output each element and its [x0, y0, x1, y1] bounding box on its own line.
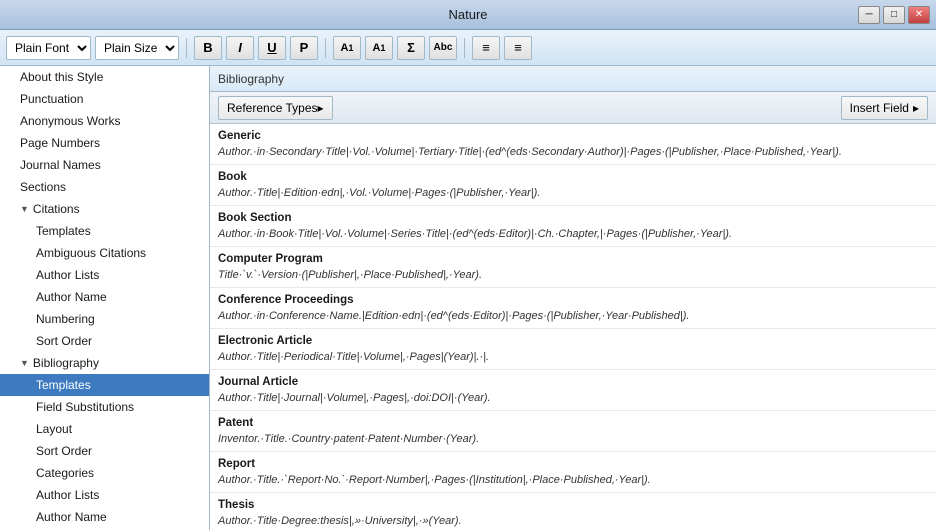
- align-center-button[interactable]: ≡: [504, 36, 532, 60]
- ref-entry-body-6: Author.·Title|·Journal|·Volume|,·Pages|,…: [218, 392, 491, 404]
- window-controls: ─ □ ✕: [858, 6, 930, 24]
- ref-entry-7: Patent Inventor.·Title.·Country·patent·Pa…: [210, 411, 936, 452]
- sidebar-group-bibliography[interactable]: ▼ Bibliography: [0, 352, 209, 374]
- reference-types-button[interactable]: Reference Types▸: [218, 96, 333, 120]
- insert-field-button[interactable]: Insert Field ▸: [841, 96, 928, 120]
- superscript-button[interactable]: A1: [333, 36, 361, 60]
- content-toolbar: Reference Types▸ Insert Field ▸: [210, 92, 936, 124]
- ref-entry-body-3: Title·`v.`·Version·(|Publisher|,·Place·P…: [218, 269, 482, 281]
- window-title: Nature: [448, 7, 487, 22]
- citations-label: Citations: [33, 200, 80, 218]
- sidebar-group-citations[interactable]: ▼ Citations: [0, 198, 209, 220]
- bibliography-expand-icon: ▼: [20, 354, 29, 372]
- toolbar-sep-1: [186, 38, 187, 58]
- title-bar: Nature ─ □ ✕: [0, 0, 936, 30]
- ref-entry-0: Generic Author.·in·Secondary·Title|·Vol.·…: [210, 124, 936, 165]
- sidebar-item-punctuation[interactable]: Punctuation: [0, 88, 209, 110]
- ref-entry-title-3: Computer Program: [218, 253, 323, 265]
- toolbar-sep-2: [325, 38, 326, 58]
- sigma-button[interactable]: Σ: [397, 36, 425, 60]
- main-container: About this Style Punctuation Anonymous W…: [0, 66, 936, 530]
- ref-entry-body-2: Author.·in·Book·Title|·Vol.·Volume|·Seri…: [218, 228, 732, 240]
- insert-field-arrow: ▸: [913, 101, 919, 115]
- content-header-label: Bibliography: [218, 72, 284, 86]
- ref-entry-4: Conference Proceedings Author.·in·Confere…: [210, 288, 936, 329]
- ref-entry-9: Thesis Author.·Title·Degree:thesis|,»·Uni…: [210, 493, 936, 530]
- sidebar-item-field-substitutions[interactable]: Field Substitutions: [0, 396, 209, 418]
- sidebar-item-citations-numbering[interactable]: Numbering: [0, 308, 209, 330]
- sidebar-item-journal-names[interactable]: Journal Names: [0, 154, 209, 176]
- sidebar-item-categories[interactable]: Categories: [0, 462, 209, 484]
- sidebar-item-about[interactable]: About this Style: [0, 66, 209, 88]
- maximize-button[interactable]: □: [883, 6, 905, 24]
- ref-entry-title-1: Book: [218, 171, 247, 183]
- ref-entry-body-1: Author.·Title|·Edition·edn|,·Vol.·Volume…: [218, 187, 540, 199]
- ref-entry-title-0: Generic: [218, 130, 261, 142]
- sidebar-item-citations-sort-order[interactable]: Sort Order: [0, 330, 209, 352]
- sidebar-item-layout[interactable]: Layout: [0, 418, 209, 440]
- ref-entry-body-5: Author.·Title|·Periodical·Title|·Volume|…: [218, 351, 489, 363]
- sidebar-item-bibliography-author-lists[interactable]: Author Lists: [0, 484, 209, 506]
- sidebar-item-citations-author-name[interactable]: Author Name: [0, 286, 209, 308]
- insert-field-label: Insert Field: [850, 101, 909, 115]
- ref-entry-body-0: Author.·in·Secondary·Title|·Vol.·Volume|…: [218, 146, 842, 158]
- close-button[interactable]: ✕: [908, 6, 930, 24]
- ref-entry-body-8: Author.·Title.·`Report·No.`·Report·Numbe…: [218, 474, 651, 486]
- content-area: Bibliography Reference Types▸ Insert Fie…: [210, 66, 936, 530]
- plain-button[interactable]: P: [290, 36, 318, 60]
- subscript-button[interactable]: A1: [365, 36, 393, 60]
- ref-entry-body-9: Author.·Title·Degree:thesis|,»·Universit…: [218, 515, 462, 527]
- sidebar-item-bibliography-sort-order[interactable]: Sort Order: [0, 440, 209, 462]
- font-select[interactable]: Plain Font: [6, 36, 91, 60]
- sidebar-item-bibliography-templates[interactable]: Templates: [0, 374, 209, 396]
- ref-entry-title-9: Thesis: [218, 499, 254, 511]
- sidebar-item-citations-author-lists[interactable]: Author Lists: [0, 264, 209, 286]
- size-select[interactable]: Plain Size: [95, 36, 179, 60]
- toolbar: Plain Font Plain Size B I U P A1 A1 Σ Ab…: [0, 30, 936, 66]
- content-header: Bibliography: [210, 66, 936, 92]
- ref-entry-title-8: Report: [218, 458, 255, 470]
- ref-entry-body-4: Author.·in·Conference·Name.|Edition·edn|…: [218, 310, 689, 322]
- ref-entry-title-5: Electronic Article: [218, 335, 312, 347]
- abc-button[interactable]: Abc: [429, 36, 457, 60]
- underline-button[interactable]: U: [258, 36, 286, 60]
- sidebar-item-bibliography-author-name[interactable]: Author Name: [0, 506, 209, 528]
- ref-entry-body-7: Inventor.·Title.·Country·patent·Patent·N…: [218, 433, 479, 445]
- ref-entry-title-7: Patent: [218, 417, 253, 429]
- sidebar-item-sections[interactable]: Sections: [0, 176, 209, 198]
- ref-entry-3: Computer Program Title·`v.`·Version·(|Pub…: [210, 247, 936, 288]
- ref-entry-title-2: Book Section: [218, 212, 291, 224]
- bold-button[interactable]: B: [194, 36, 222, 60]
- bibliography-label: Bibliography: [33, 354, 99, 372]
- reference-list: Generic Author.·in·Secondary·Title|·Vol.·…: [210, 124, 936, 530]
- sidebar-item-anonymous[interactable]: Anonymous Works: [0, 110, 209, 132]
- ref-entry-2: Book Section Author.·in·Book·Title|·Vol.·…: [210, 206, 936, 247]
- citations-expand-icon: ▼: [20, 200, 29, 218]
- align-left-button[interactable]: ≡: [472, 36, 500, 60]
- italic-button[interactable]: I: [226, 36, 254, 60]
- sidebar-item-ambiguous-citations[interactable]: Ambiguous Citations: [0, 242, 209, 264]
- minimize-button[interactable]: ─: [858, 6, 880, 24]
- ref-entry-1: Book Author.·Title|·Edition·edn|,·Vol.·Vo…: [210, 165, 936, 206]
- toolbar-sep-3: [464, 38, 465, 58]
- ref-entry-8: Report Author.·Title.·`Report·No.`·Report…: [210, 452, 936, 493]
- sidebar-item-citations-templates[interactable]: Templates: [0, 220, 209, 242]
- ref-entry-title-6: Journal Article: [218, 376, 298, 388]
- sidebar-item-page-numbers[interactable]: Page Numbers: [0, 132, 209, 154]
- ref-entry-5: Electronic Article Author.·Title|·Periodi…: [210, 329, 936, 370]
- ref-entry-title-4: Conference Proceedings: [218, 294, 353, 306]
- ref-entry-6: Journal Article Author.·Title|·Journal|·V…: [210, 370, 936, 411]
- sidebar: About this Style Punctuation Anonymous W…: [0, 66, 210, 530]
